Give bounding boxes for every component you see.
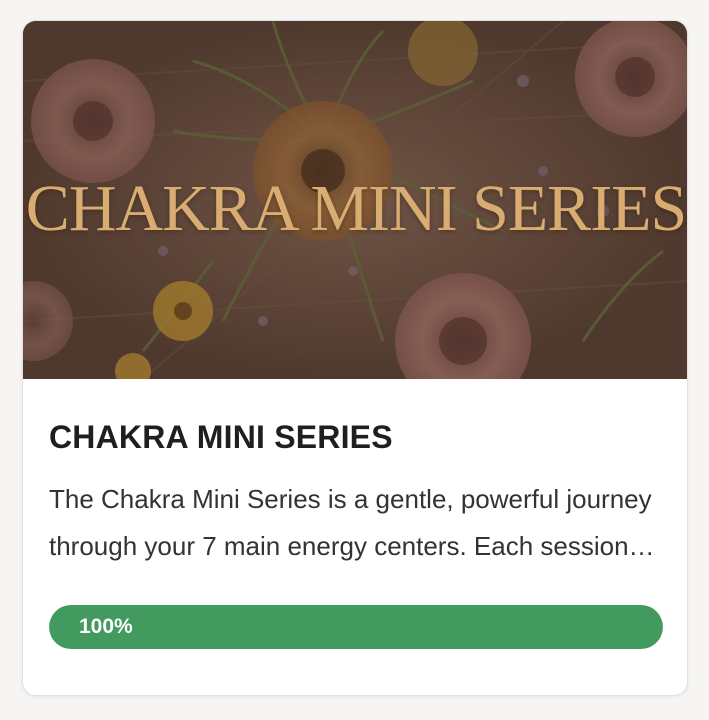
card-body: CHAKRA MINI SERIES The Chakra Mini Serie… [49,379,663,570]
progress-label: 100% [79,615,133,638]
course-banner-image[interactable]: CHAKRA MINI SERIES [23,21,687,379]
progress-bar: 100% [49,605,663,649]
course-title[interactable]: CHAKRA MINI SERIES [49,419,663,456]
course-card[interactable]: CHAKRA MINI SERIES CHAKRA MINI SERIES Th… [22,20,688,696]
progress-bar-fill [49,605,663,649]
banner-title-text: CHAKRA MINI SERIES [25,172,687,245]
course-description: The Chakra Mini Series is a gentle, powe… [49,484,652,561]
